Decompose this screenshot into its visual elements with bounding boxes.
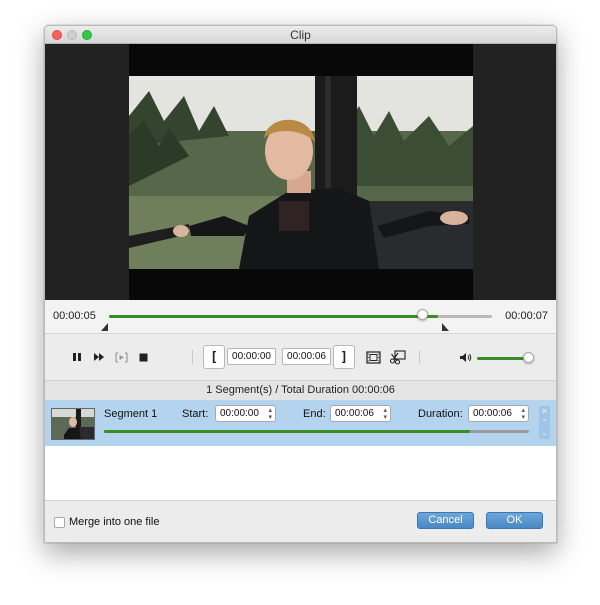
end-marker-icon[interactable] <box>442 323 450 331</box>
window-title: Clip <box>290 28 311 42</box>
snapshot-button[interactable] <box>365 350 381 364</box>
volume-slider[interactable] <box>477 357 529 360</box>
current-time: 00:00:05 <box>53 310 96 322</box>
separator <box>419 350 420 364</box>
move-down-icon[interactable]: ⌄ <box>541 429 548 437</box>
segment-duration-value: 00:00:06 <box>473 408 512 419</box>
video-preview <box>45 44 556 300</box>
next-frame-icon <box>93 353 104 361</box>
pause-icon <box>73 353 81 361</box>
trim-preview-button[interactable] <box>114 350 128 364</box>
timeline-bar: 00:00:05 00:00:07 <box>45 300 556 334</box>
pause-button[interactable] <box>70 350 84 364</box>
scissors-film-icon <box>389 349 406 365</box>
merge-checkbox[interactable] <box>54 517 65 528</box>
segment-name: Segment 1 <box>104 408 158 420</box>
move-up-icon[interactable]: ⌃ <box>541 418 548 427</box>
playback-controls: [ 00:00:00 00:00:06 ] <box>45 334 556 381</box>
volume-knob[interactable] <box>523 352 534 363</box>
timeline-played <box>109 315 439 318</box>
ok-button[interactable]: OK <box>486 512 543 529</box>
stepper-arrows-icon[interactable]: ▴ ▾ <box>383 406 387 421</box>
start-label: Start: <box>182 408 209 420</box>
delete-segment-icon[interactable]: ✕ <box>541 408 548 416</box>
segment-thumbnail <box>51 408 95 440</box>
segment-start-value: 00:00:00 <box>220 408 259 419</box>
set-end-button[interactable]: ] <box>333 345 355 369</box>
segment-end-value: 00:00:06 <box>335 408 374 419</box>
segment-summary: 1 Segment(s) / Total Duration 00:00:06 <box>45 381 556 400</box>
segment-range-track <box>104 430 529 433</box>
end-label: End: <box>303 408 326 420</box>
stepper-arrows-icon[interactable]: ▴ ▾ <box>521 406 525 421</box>
segment-end-stepper[interactable]: 00:00:06 ▴ ▾ <box>330 405 391 422</box>
volume-button[interactable] <box>458 350 472 364</box>
segment-duration-stepper[interactable]: 00:00:06 ▴ ▾ <box>468 405 529 422</box>
next-frame-button[interactable] <box>92 350 106 364</box>
segment-actions: ✕ ⌃ ⌄ <box>539 406 550 439</box>
segment-list: Segment 1 Start: 00:00:00 ▴ ▾ End: 00:00:… <box>45 400 556 501</box>
stepper-arrows-icon[interactable]: ▴ ▾ <box>268 406 272 421</box>
clip-window: Clip 00:00:05 00:00:07 [00:00:00 00:00:… <box>44 25 557 543</box>
segment-row[interactable]: Segment 1 Start: 00:00:00 ▴ ▾ End: 00:00:… <box>45 400 556 446</box>
dialog-footer: Merge into one file Cancel OK <box>45 501 556 542</box>
cancel-button[interactable]: Cancel <box>417 512 474 529</box>
start-time-field[interactable]: 00:00:00 <box>227 348 276 365</box>
merge-label: Merge into one file <box>69 516 160 528</box>
segment-range-fill <box>104 430 470 433</box>
total-time: 00:00:07 <box>505 310 548 322</box>
duration-label: Duration: <box>418 408 463 420</box>
end-time-field[interactable]: 00:00:06 <box>282 348 331 365</box>
trim-preview-icon <box>114 351 128 363</box>
timeline-track[interactable] <box>109 315 492 318</box>
playhead-knob[interactable] <box>417 309 429 320</box>
set-start-button[interactable]: [ <box>203 345 225 369</box>
film-frame-icon <box>365 350 381 364</box>
stop-button[interactable] <box>136 350 150 364</box>
start-marker-icon[interactable] <box>101 323 108 331</box>
separator <box>192 350 193 364</box>
cut-segment-button[interactable] <box>389 349 406 365</box>
title-bar: Clip <box>45 26 556 44</box>
speaker-icon <box>459 352 471 362</box>
stop-icon <box>139 353 147 361</box>
segment-start-stepper[interactable]: 00:00:00 ▴ ▾ <box>215 405 276 422</box>
video-frame <box>129 76 473 269</box>
volume-level <box>477 357 529 360</box>
